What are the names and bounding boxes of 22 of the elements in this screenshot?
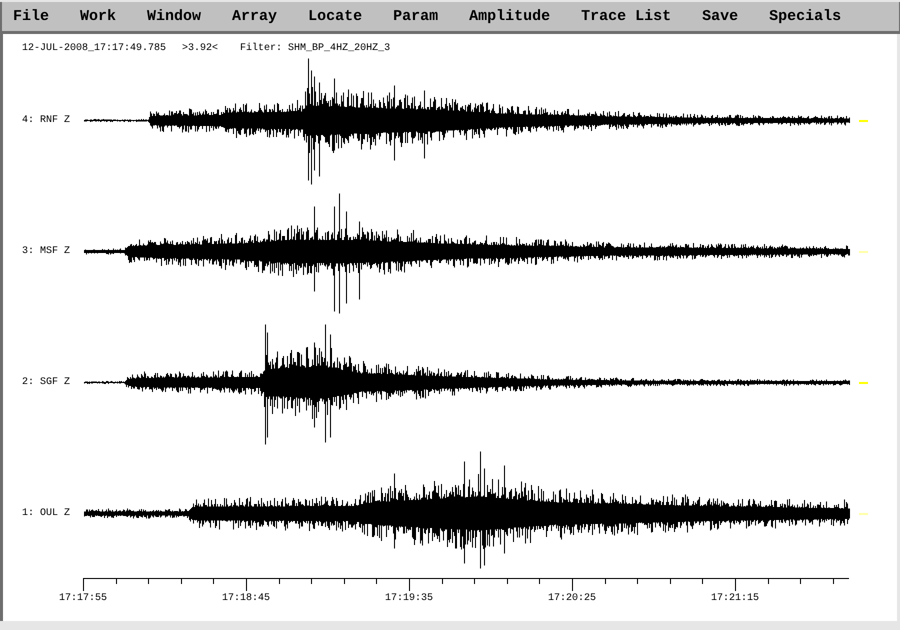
time-label: 17:17:55 [59, 593, 107, 604]
time-label: 17:18:45 [222, 593, 270, 604]
trace-label: 2: SGF Z [22, 376, 72, 388]
menu-item[interactable]: Locate [300, 2, 370, 31]
timestamp-text: 12-JUL-2008_17:17:49.785 [22, 43, 166, 55]
menu-item[interactable]: Array [224, 2, 286, 31]
menu-item[interactable]: Param [385, 2, 446, 31]
menu-item[interactable]: File [5, 2, 58, 31]
trace-label: 1: OUL Z [22, 508, 72, 520]
menu-item[interactable]: Window [139, 2, 210, 31]
filter-text: Filter: SHM_BP_4HZ_20HZ_3 [240, 43, 390, 55]
time-label: 17:19:35 [385, 593, 433, 604]
menu-item[interactable]: Amplitude [461, 2, 558, 31]
menu-item[interactable]: Work [72, 2, 124, 31]
amplitude-range-text: >3.92< [182, 43, 218, 55]
time-label: 17:21:15 [711, 593, 759, 604]
menu-item[interactable]: Save [694, 2, 746, 31]
menu-item[interactable]: Trace List [573, 2, 680, 31]
trace-label: 4: RNF Z [22, 114, 72, 126]
trace-label: 3: MSF Z [22, 246, 72, 258]
menu-item[interactable]: Specials [761, 2, 850, 31]
time-label: 17:20:25 [548, 593, 596, 604]
